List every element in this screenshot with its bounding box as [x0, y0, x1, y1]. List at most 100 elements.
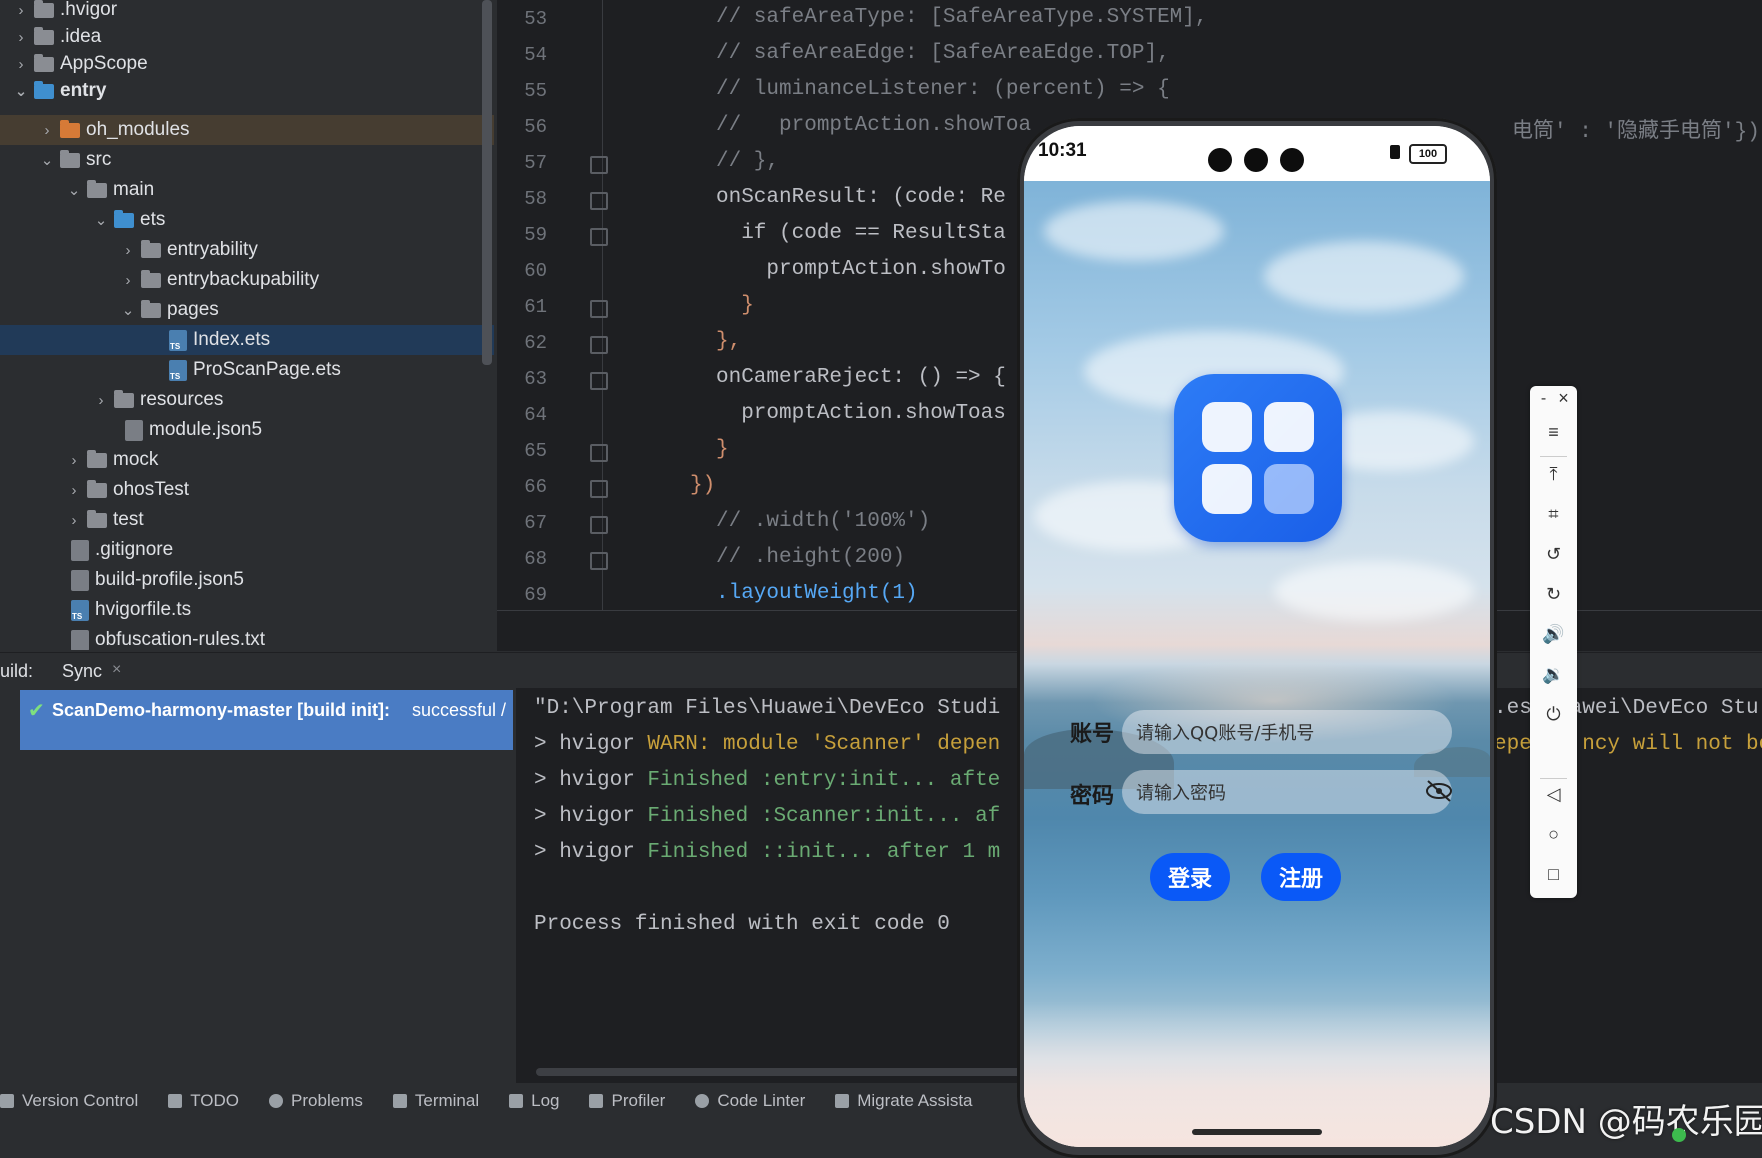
- tree-item-main[interactable]: ⌄ main: [0, 175, 494, 205]
- folder-icon: [87, 509, 107, 528]
- code-linter-tab[interactable]: Code Linter: [695, 1091, 805, 1111]
- phone-clock: 10:31: [1038, 140, 1087, 161]
- fold-marker-icon[interactable]: [590, 156, 608, 174]
- login-button[interactable]: 登录: [1150, 853, 1230, 901]
- volume-up-icon[interactable]: 🔊: [1530, 624, 1577, 645]
- home-indicator[interactable]: [1192, 1129, 1322, 1135]
- tab-close-icon[interactable]: ×: [112, 661, 121, 679]
- tree-item-ohostest[interactable]: › ohosTest: [0, 475, 494, 505]
- source-folder-icon: [114, 209, 134, 228]
- rotate-left-icon[interactable]: ↺: [1530, 544, 1577, 565]
- folder-icon: [34, 53, 54, 72]
- code-line: .layoutWeight(1): [716, 582, 918, 605]
- file-icon: [71, 539, 89, 561]
- pin-top-icon[interactable]: ⤒: [1530, 464, 1577, 485]
- line-number: 56: [524, 116, 547, 138]
- fold-marker-icon[interactable]: [590, 372, 608, 390]
- list-icon: [168, 1094, 183, 1108]
- profiler-icon: [589, 1094, 604, 1108]
- fold-marker-icon[interactable]: [590, 336, 608, 354]
- tree-item-proscanpage-ets[interactable]: ProScanPage.ets: [0, 355, 494, 385]
- code-line: }: [716, 438, 729, 461]
- power-icon[interactable]: ⏻: [1530, 704, 1577, 725]
- account-input[interactable]: 请输入QQ账号/手机号: [1122, 710, 1452, 754]
- tree-item-idea[interactable]: › .idea: [0, 22, 494, 52]
- line-number: 58: [524, 188, 547, 210]
- build-task-row[interactable]: ✔ ScanDemo-harmony-master [build init]: …: [20, 690, 513, 750]
- line-number: 53: [524, 8, 547, 30]
- version-control-tab[interactable]: Version Control: [0, 1091, 138, 1111]
- tree-item-entrybackupability[interactable]: › entrybackupability: [0, 265, 494, 295]
- migrate-assistant-tab[interactable]: Migrate Assista: [835, 1091, 973, 1111]
- tree-item-ets[interactable]: ⌄ ets: [0, 205, 494, 235]
- folder-icon: [141, 239, 161, 258]
- tab-sync[interactable]: Sync: [62, 661, 102, 682]
- tree-item-mock[interactable]: › mock: [0, 445, 494, 475]
- fold-marker-icon[interactable]: [590, 552, 608, 570]
- tree-item-gitignore[interactable]: .gitignore: [0, 535, 494, 565]
- tree-item-hvigorfile[interactable]: hvigorfile.ts: [0, 595, 494, 625]
- code-line: // safeAreaEdge: [SafeAreaEdge.TOP],: [716, 42, 1170, 65]
- console-scrollbar[interactable]: [536, 1068, 1056, 1076]
- todo-tab[interactable]: TODO: [168, 1091, 239, 1111]
- tree-item-pages[interactable]: ⌄ pages: [0, 295, 494, 325]
- tree-item-src[interactable]: ⌄ src: [0, 145, 494, 175]
- fold-marker-icon[interactable]: [590, 192, 608, 210]
- tree-item-entryability[interactable]: › entryability: [0, 235, 494, 265]
- screenshot-crop-icon[interactable]: ⌗: [1530, 504, 1577, 525]
- success-check-icon: ✔: [28, 700, 45, 722]
- console-line: > hvigor Finished ::init... after 1 m: [534, 841, 1001, 864]
- code-line: // luminanceListener: (percent) => {: [716, 78, 1170, 101]
- tree-item-test[interactable]: › test: [0, 505, 494, 535]
- folder-icon: [87, 449, 107, 468]
- tree-scrollbar[interactable]: [482, 0, 492, 365]
- volume-down-icon[interactable]: 🔉: [1530, 664, 1577, 685]
- menu-icon[interactable]: ≡: [1530, 422, 1577, 443]
- code-line: onScanResult: (code: Re: [716, 186, 1006, 209]
- build-side-toolbar: [0, 688, 20, 1083]
- migrate-icon: [835, 1094, 850, 1108]
- hide-password-eye-icon[interactable]: [1424, 778, 1454, 804]
- info-icon: [269, 1094, 284, 1108]
- ts-file-icon: [71, 599, 89, 621]
- fold-marker-icon[interactable]: [590, 228, 608, 246]
- background-image: [1024, 181, 1490, 1147]
- fold-marker-icon[interactable]: [590, 444, 608, 462]
- tree-item-appscope[interactable]: › AppScope: [0, 49, 494, 79]
- profiler-tab[interactable]: Profiler: [589, 1091, 665, 1111]
- emulator-toolbar: - × ≡ ⤒ ⌗ ↺ ↻ 🔊 🔉 ⏻ ◁ ○ □: [1530, 386, 1577, 898]
- problems-tab[interactable]: Problems: [269, 1091, 363, 1111]
- tree-item-resources[interactable]: › resources: [0, 385, 494, 415]
- tree-item-module-json5[interactable]: module.json5: [0, 415, 494, 445]
- fold-marker-icon[interactable]: [590, 480, 608, 498]
- home-nav-icon[interactable]: ○: [1530, 824, 1577, 845]
- terminal-tab[interactable]: Terminal: [392, 1091, 479, 1111]
- fold-marker-icon[interactable]: [590, 300, 608, 318]
- rotate-right-icon[interactable]: ↻: [1530, 584, 1577, 605]
- excluded-folder-icon: [60, 119, 80, 138]
- phone-screen[interactable]: 10:31 100 账号 请输入QQ账号/手机号 密码 请输入密码 登录 注册: [1024, 126, 1490, 1147]
- register-button[interactable]: 注册: [1261, 853, 1341, 901]
- line-number: 54: [524, 44, 547, 66]
- code-line: promptAction.showToas: [716, 402, 1006, 425]
- tree-item-entry[interactable]: ⌄ entry: [0, 76, 494, 106]
- log-tab[interactable]: Log: [509, 1091, 559, 1111]
- code-line: // .width('100%'): [716, 510, 931, 533]
- config-file-icon: [125, 419, 143, 441]
- line-number: 66: [524, 476, 547, 498]
- console-line: > hvigor Finished :Scanner:init... af: [534, 805, 1001, 828]
- tree-item-index-ets[interactable]: Index.ets: [0, 325, 494, 355]
- back-nav-icon[interactable]: ◁: [1530, 784, 1577, 805]
- recents-nav-icon[interactable]: □: [1530, 864, 1577, 885]
- tree-item-obfuscation-rules[interactable]: obfuscation-rules.txt: [0, 625, 494, 650]
- ts-file-icon: [169, 359, 187, 381]
- close-button[interactable]: ×: [1540, 388, 1587, 409]
- tree-item-build-profile[interactable]: build-profile.json5: [0, 565, 494, 595]
- log-icon: [509, 1094, 524, 1108]
- tree-item-oh-modules[interactable]: › oh_modules: [0, 115, 494, 145]
- fold-marker-icon[interactable]: [590, 516, 608, 534]
- line-number: 68: [524, 548, 547, 570]
- code-line: onCameraReject: () => {: [716, 366, 1006, 389]
- camera-lens-icon: [1280, 148, 1304, 172]
- password-input[interactable]: 请输入密码: [1122, 770, 1452, 814]
